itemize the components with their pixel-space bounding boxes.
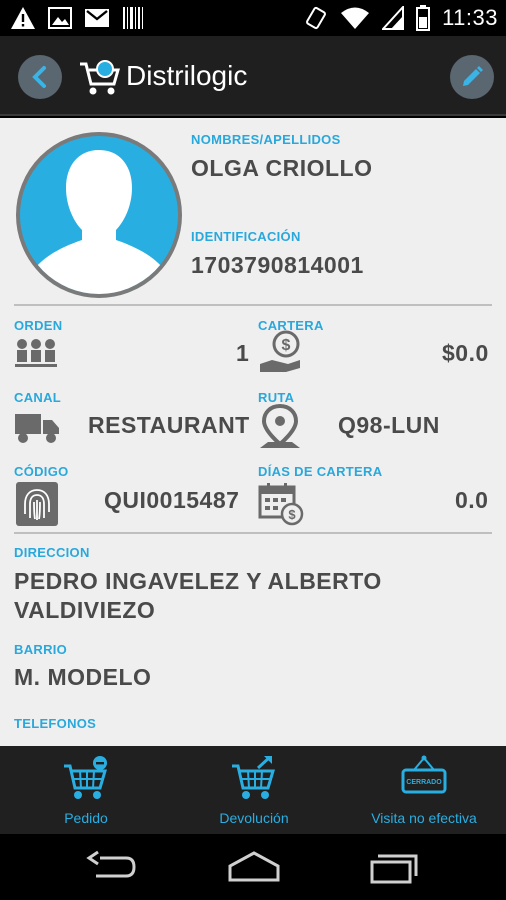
- canal-value: RESTAURANT: [88, 412, 250, 438]
- devolucion-button[interactable]: Devolución: [209, 746, 299, 834]
- app-title: Distrilogic: [126, 60, 248, 91]
- gmail-icon: [85, 9, 109, 27]
- recents-nav-icon[interactable]: [368, 850, 420, 884]
- codigo-value: QUI0015487: [104, 487, 240, 513]
- visita-no-efectiva-label: Visita no efectiva: [371, 810, 477, 826]
- person-silhouette-icon: [30, 150, 168, 294]
- app-bar: Distrilogic: [0, 36, 506, 116]
- pedido-button[interactable]: Pedido: [42, 746, 130, 834]
- avatar: [16, 132, 182, 298]
- ruta-label: RUTA: [258, 390, 295, 405]
- system-nav-bar: [0, 834, 506, 900]
- devolucion-label: Devolución: [219, 810, 289, 826]
- divider: [14, 304, 492, 306]
- cart-logo-icon: [80, 60, 120, 95]
- back-button[interactable]: [18, 55, 62, 99]
- svg-text:$: $: [282, 337, 291, 354]
- direccion-line2: VALDIVIEZO: [14, 597, 156, 623]
- queue-icon: [15, 339, 57, 367]
- dias-value: 0.0: [455, 487, 489, 513]
- telefonos-label: TELEFONOS: [14, 716, 97, 731]
- action-bar: Pedido Devolución CERRADO Visita no efec…: [0, 746, 506, 834]
- home-nav-icon[interactable]: [226, 850, 282, 884]
- back-nav-icon[interactable]: [86, 850, 138, 884]
- client-id: 1703790814001: [191, 252, 364, 278]
- cart-add-icon: [64, 756, 108, 799]
- canal-label: CANAL: [14, 390, 61, 405]
- fingerprint-icon: [16, 482, 58, 526]
- back-icon: [32, 66, 46, 88]
- client-detail: NOMBRES/APELLIDOS OLGA CRIOLLO IDENTIFIC…: [0, 118, 506, 746]
- client-name: OLGA CRIOLLO: [191, 155, 373, 181]
- wifi-icon: [341, 7, 370, 29]
- direccion-label: DIRECCION: [14, 545, 90, 560]
- pedido-label: Pedido: [64, 810, 108, 826]
- codigo-label: CÓDIGO: [14, 464, 69, 479]
- dias-label: DÍAS DE CARTERA: [258, 464, 383, 479]
- money-hand-icon: $: [260, 330, 300, 372]
- warning-icon: [11, 7, 35, 29]
- id-label: IDENTIFICACIÓN: [191, 229, 301, 244]
- direccion-line1: PEDRO INGAVELEZ Y ALBERTO: [14, 568, 382, 594]
- status-bar: 11:33: [0, 0, 506, 36]
- calendar-money-icon: $: [258, 483, 304, 526]
- status-time: 11:33: [442, 5, 498, 30]
- svg-text:$: $: [288, 507, 296, 522]
- visita-no-efectiva-button[interactable]: CERRADO Visita no efectiva: [362, 746, 486, 834]
- edit-icon: [463, 66, 483, 86]
- vibrate-icon: [306, 6, 327, 30]
- cart-return-icon: [232, 755, 276, 799]
- image-icon: [48, 7, 72, 29]
- cartera-value: $0.0: [442, 340, 489, 366]
- truck-icon: [15, 414, 59, 443]
- divider: [14, 532, 492, 534]
- name-label: NOMBRES/APELLIDOS: [191, 132, 341, 147]
- ruta-value: Q98-LUN: [338, 412, 440, 438]
- barrio-value: M. MODELO: [14, 664, 152, 690]
- edit-button[interactable]: [450, 55, 494, 99]
- map-pin-icon: [260, 404, 300, 448]
- closed-sign-icon: CERRADO: [401, 755, 447, 794]
- orden-value: 1: [236, 340, 250, 366]
- barcode-icon: [123, 7, 143, 29]
- orden-label: ORDEN: [14, 318, 63, 333]
- barrio-label: BARRIO: [14, 642, 68, 657]
- signal-icon: [382, 6, 405, 30]
- closed-sign-text: CERRADO: [406, 779, 442, 786]
- battery-icon: [416, 5, 431, 31]
